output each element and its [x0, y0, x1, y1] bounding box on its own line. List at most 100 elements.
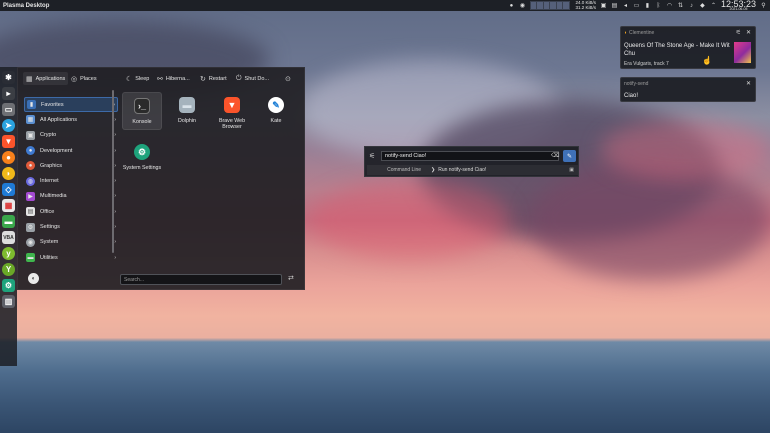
battery-icon[interactable]: ▮	[644, 2, 651, 9]
sleep-label: Sleep	[135, 75, 150, 82]
app-label: Brave Web Browser	[218, 118, 246, 130]
globe-icon[interactable]: ◉	[519, 2, 526, 9]
app-label: Dolphin	[178, 118, 196, 124]
category-label: All Applications	[40, 116, 77, 123]
droplet-icon[interactable]: ●	[508, 2, 515, 9]
category-favorites[interactable]: ▮ Favorites ›	[24, 97, 118, 113]
run-command-icon: ❯	[431, 167, 436, 173]
category-settings[interactable]: ⚙ Settings ›	[24, 219, 118, 234]
app-konsole[interactable]: ›_ Konsole	[122, 92, 162, 130]
vlc-icon[interactable]: VBA	[2, 231, 15, 244]
hibernate-button[interactable]: ⚯ Hiberna...	[157, 72, 190, 85]
category-graphics[interactable]: ● Graphics ›	[24, 158, 118, 173]
pin-icon[interactable]: ⚲	[760, 2, 767, 9]
media-icon[interactable]: ♪	[688, 2, 695, 9]
yubico-icon[interactable]: Y	[2, 263, 15, 276]
trash-icon[interactable]: ▥	[2, 295, 15, 308]
system-tray: ● ◉ 24.0 KiB/s 31.2 KiB/s ▣ ▤ ◂ ▭ ▮ ᛒ ◠ …	[508, 0, 767, 11]
top-panel: Plasma Desktop ● ◉ 24.0 KiB/s 31.2 KiB/s…	[0, 0, 770, 11]
network-icon[interactable]: ⇅	[677, 2, 684, 9]
terminal-icon[interactable]: ▭	[2, 103, 15, 116]
category-label: Graphics	[40, 162, 63, 169]
leave-button[interactable]: ⊙	[285, 72, 291, 85]
tab-applications[interactable]: ▦ Applications	[23, 72, 69, 85]
chevron-right-icon: ›	[114, 239, 116, 246]
shutdown-button[interactable]: ⏻ Shut Do...	[236, 72, 269, 85]
pin-button[interactable]: ✎	[563, 150, 576, 162]
category-utilities[interactable]: ▬ Utilities ›	[24, 250, 118, 265]
vscode-icon[interactable]: ◇	[2, 183, 15, 196]
notifications-icon[interactable]: ◆	[699, 2, 706, 9]
configure-icon[interactable]: ⚟	[369, 152, 375, 160]
user-avatar[interactable]: ◐	[28, 273, 39, 284]
chevron-right-icon: ›	[114, 208, 116, 215]
banana-icon[interactable]: ◗	[2, 167, 15, 180]
category-all-applications[interactable]: ▦ All Applications ›	[24, 112, 118, 127]
grid-icon: ▦	[26, 75, 33, 83]
bluetooth-icon[interactable]: ᛒ	[655, 2, 662, 9]
digital-clock[interactable]: 12:53:23 2021-06-05	[721, 0, 756, 11]
category-development[interactable]: ● Development ›	[24, 143, 118, 158]
settings-icon[interactable]: ⚙	[2, 279, 15, 292]
run-in-terminal-icon[interactable]: ▣	[569, 167, 574, 173]
volume-icon[interactable]: ◂	[622, 2, 629, 9]
settings-icon: ⚙	[26, 222, 35, 232]
notification-title: Queens Of The Stone Age - Make It Wit Ch…	[624, 43, 730, 57]
cpu-graph[interactable]	[529, 1, 570, 10]
application-launcher: ▦ Applications ◎ Places ☾ Sleep ⚯ Hibern…	[17, 67, 305, 290]
configure-icon[interactable]: ⚟	[736, 29, 741, 36]
vault-icon[interactable]: ▣	[600, 2, 607, 9]
category-label: Crypto	[40, 132, 57, 139]
launcher-search-input[interactable]: Search...	[120, 274, 282, 285]
app-label: Kate	[270, 118, 282, 124]
folder-icon[interactable]: ▬	[2, 215, 15, 228]
category-crypto[interactable]: ▣ Crypto ›	[24, 128, 118, 143]
moon-icon: ☾	[126, 75, 133, 83]
puzzle-icon[interactable]: ▦	[2, 199, 15, 212]
telegram-icon[interactable]: ➤	[2, 119, 15, 132]
yubico-icon[interactable]: y	[2, 247, 15, 260]
network-speed[interactable]: 24.0 KiB/s 31.2 KiB/s	[574, 0, 596, 10]
app-label: System Settings	[122, 165, 162, 171]
brave-icon[interactable]: ▼	[2, 135, 15, 148]
app-kate[interactable]: ✎ Kate	[256, 97, 296, 124]
category-scrollbar[interactable]	[112, 90, 114, 253]
category-label: Settings	[40, 224, 60, 231]
notification-header: notify-send	[624, 81, 648, 87]
app-system-settings[interactable]: ⚙ System Settings	[122, 144, 162, 171]
net-down-speed: 31.2 KiB/s	[575, 4, 596, 10]
clipboard-icon[interactable]: ▤	[611, 2, 618, 9]
category-label: Favorites	[41, 101, 64, 108]
arrow-up-icon[interactable]: ⌃	[710, 2, 717, 9]
category-internet[interactable]: ◍ Internet ›	[24, 173, 118, 188]
krunner-query-input[interactable]: notify-send Ciao!	[381, 151, 559, 161]
chevron-right-icon: ›	[114, 224, 116, 231]
kde-logo-icon[interactable]: ✱	[2, 71, 15, 84]
firefox-icon[interactable]: ●	[2, 151, 15, 164]
filter-icon[interactable]: ⇄	[288, 274, 294, 282]
app-dolphin[interactable]: ▬ Dolphin	[167, 97, 207, 124]
sleep-button[interactable]: ☾ Sleep	[126, 72, 149, 85]
category-label: Office	[40, 208, 55, 215]
restart-button[interactable]: ↻ Restart	[200, 72, 227, 85]
chevron-right-icon: ›	[114, 193, 116, 200]
app-brave[interactable]: ▼ Brave Web Browser	[212, 97, 252, 130]
display-icon[interactable]: ▭	[633, 2, 640, 9]
task-manager-dock: ✱ ▸ ▭ ➤ ▼ ● ◗ ◇ ▦ ▬ VBA y Y ⚙ ▥	[0, 67, 17, 366]
utilities-icon: ▬	[26, 253, 35, 263]
notification-app: notify-send	[624, 81, 649, 87]
terminal-icon[interactable]: ▸	[2, 87, 15, 100]
app-label: Konsole	[132, 119, 152, 125]
tab-places[interactable]: ◎ Places	[71, 72, 97, 85]
category-multimedia[interactable]: ▶ Multimedia ›	[24, 189, 118, 204]
krunner-window: ⚟ notify-send Ciao! ⌫ ✎ Command Line ❯ R…	[364, 146, 579, 177]
close-icon[interactable]: ✕	[746, 29, 751, 36]
category-system[interactable]: ◉ System ›	[24, 235, 118, 250]
krunner-result-row[interactable]: Command Line ❯ Run notify-send Ciao! ▣	[367, 165, 578, 175]
close-icon[interactable]: ✕	[746, 80, 751, 87]
result-category: Command Line	[387, 167, 421, 173]
category-office[interactable]: ▤ Office ›	[24, 204, 118, 219]
wifi-icon[interactable]: ◠	[666, 2, 673, 9]
clear-icon[interactable]: ⌫	[551, 152, 559, 159]
folder-icon: ▬	[179, 97, 195, 113]
